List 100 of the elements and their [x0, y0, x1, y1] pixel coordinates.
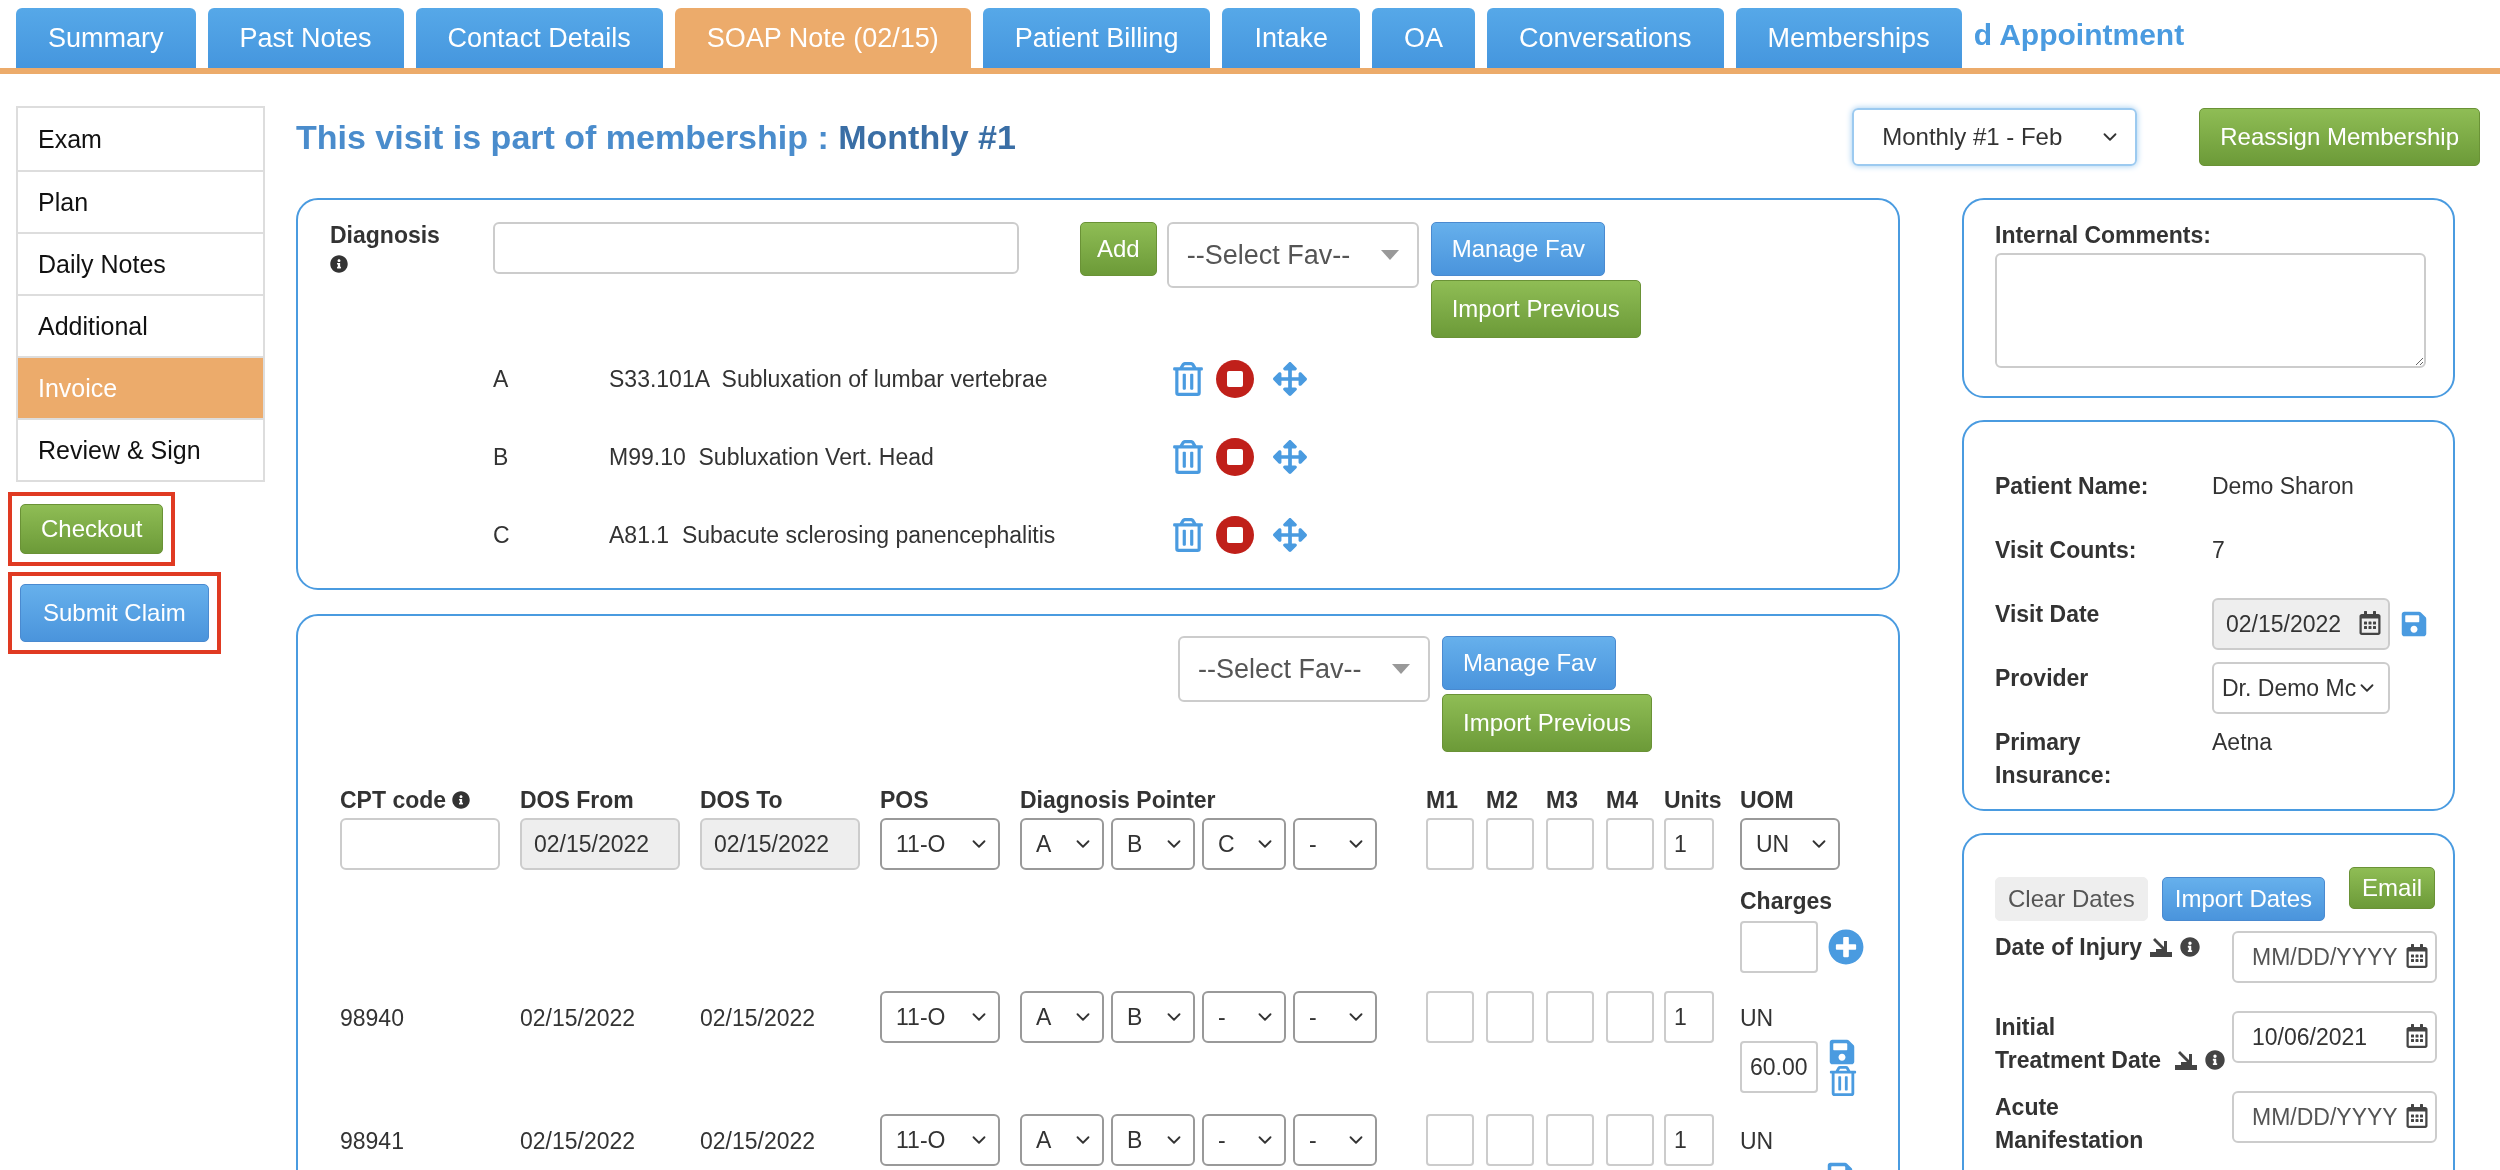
info-icon: [330, 255, 348, 273]
modifier-field[interactable]: [1606, 818, 1654, 870]
column-header: M3: [1546, 786, 1578, 814]
modifier-field[interactable]: [1606, 1114, 1654, 1166]
header-text: d Appointment: [1973, 18, 2185, 52]
units-field[interactable]: 1: [1664, 991, 1714, 1043]
pointer-dropdown[interactable]: -: [1293, 991, 1377, 1043]
diagnosis-letter: A: [493, 365, 510, 393]
charges-label: Charges: [1740, 888, 1833, 915]
column-header: M2: [1486, 786, 1518, 814]
pos-dropdown[interactable]: 11-O: [880, 818, 1000, 870]
pointer-dropdown[interactable]: B: [1111, 1114, 1195, 1166]
field-label: Patient Name:: [1995, 472, 2150, 501]
modifier-field[interactable]: [1426, 1114, 1474, 1166]
diagnosis-letter: C: [493, 521, 511, 549]
visit-date-field[interactable]: 02/15/2022: [2212, 598, 2390, 650]
dos-to-field[interactable]: 02/15/2022: [700, 818, 860, 870]
pointer-dropdown[interactable]: -: [1293, 818, 1377, 870]
pointer-dropdown[interactable]: -: [1202, 1114, 1286, 1166]
save-icon[interactable]: [2400, 610, 2428, 638]
modifier-field[interactable]: [1486, 991, 1534, 1043]
column-header: Units: [1664, 786, 1722, 814]
date-label: Initial Treatment Date: [1995, 1013, 2163, 1075]
internal-comments-field[interactable]: [1995, 253, 2426, 368]
info-icon: [452, 791, 471, 809]
column-header: M4: [1606, 786, 1638, 814]
pointer-dropdown[interactable]: B: [1111, 818, 1195, 870]
save-icon[interactable]: [1828, 1038, 1856, 1066]
field-label: Primary Insurance:: [1995, 728, 2113, 790]
calendar-icon: [2405, 944, 2429, 968]
import-icon: [2173, 1049, 2199, 1071]
field-label: Provider: [1995, 664, 2090, 693]
units-field[interactable]: 1: [1664, 818, 1714, 870]
caret-icon: [1380, 250, 1399, 260]
internal-comments-label: Internal Comments:: [1995, 222, 2211, 248]
stop-icon[interactable]: [1215, 437, 1255, 477]
trash-icon[interactable]: [1828, 1066, 1858, 1096]
membership-dropdown[interactable]: Monthly #1 - Feb: [1852, 108, 2138, 166]
date-label: Date of Injury: [1995, 933, 2142, 962]
diagnosis-description: M99.10 Subluxation Vert. Head: [609, 443, 935, 471]
column-header: M1: [1426, 786, 1458, 814]
pointer-dropdown[interactable]: A: [1020, 1114, 1104, 1166]
column-header: UOM: [1740, 786, 1794, 814]
pointer-dropdown[interactable]: A: [1020, 818, 1104, 870]
date-field[interactable]: MM/DD/YYYY: [2232, 1091, 2437, 1143]
modifier-field[interactable]: [1426, 818, 1474, 870]
clear-dates-button[interactable]: Clear Dates: [1995, 877, 2148, 921]
membership-title: This visit is part of membership : Monthly #1: [296, 117, 1017, 157]
pos-dropdown[interactable]: 11-O: [880, 991, 1000, 1043]
modifier-field[interactable]: [1486, 818, 1534, 870]
date-field[interactable]: 10/06/2021: [2232, 1011, 2437, 1063]
move-icon[interactable]: [1273, 518, 1307, 552]
pointer-dropdown[interactable]: B: [1111, 991, 1195, 1043]
diagnosis-search-field[interactable]: [493, 222, 1019, 274]
field-value: Demo Sharon: [2212, 472, 2355, 501]
column-header: Diagnosis Pointer: [1020, 786, 1216, 814]
column-header: DOS To: [700, 786, 783, 814]
charges-field[interactable]: 60.00: [1740, 1041, 1818, 1093]
table-cell: UN: [1740, 1128, 1774, 1155]
uom-dropdown[interactable]: UN: [1740, 818, 1840, 870]
pointer-dropdown[interactable]: -: [1202, 991, 1286, 1043]
select-fav-dropdown[interactable]: --Select Fav--: [1178, 636, 1430, 702]
column-header: DOS From: [520, 786, 634, 814]
pointer-dropdown[interactable]: A: [1020, 991, 1104, 1043]
units-field[interactable]: 1: [1664, 1114, 1714, 1166]
field-label: Visit Date: [1995, 600, 2101, 629]
provider-dropdown[interactable]: Dr. Demo Mc: [2212, 662, 2390, 714]
calendar-icon: [2405, 1024, 2429, 1048]
calendar-icon: [2358, 611, 2382, 635]
trash-icon[interactable]: [1171, 440, 1205, 474]
move-icon[interactable]: [1273, 362, 1307, 396]
field-value: 7: [2212, 536, 2226, 565]
trash-icon[interactable]: [1171, 518, 1205, 552]
pos-dropdown[interactable]: 11-O: [880, 1114, 1000, 1166]
select-fav-dropdown[interactable]: --Select Fav--: [1166, 222, 1419, 288]
pointer-dropdown[interactable]: -: [1293, 1114, 1377, 1166]
stop-icon[interactable]: [1215, 515, 1255, 555]
charges-field[interactable]: [1740, 921, 1818, 973]
modifier-field[interactable]: [1546, 991, 1594, 1043]
date-label: Acute Manifestation: [1995, 1093, 2145, 1155]
modifier-field[interactable]: [1606, 991, 1654, 1043]
trash-icon[interactable]: [1171, 362, 1205, 396]
diagnosis-label: Diagnosis: [330, 222, 441, 249]
table-cell: 02/15/2022: [520, 1005, 636, 1032]
modifier-field[interactable]: [1426, 991, 1474, 1043]
field-label: Visit Counts:: [1995, 536, 2138, 565]
modifier-field[interactable]: [1546, 1114, 1594, 1166]
info-icon: [2205, 1050, 2225, 1070]
table-cell: 02/15/2022: [700, 1128, 816, 1155]
add-icon[interactable]: [1828, 929, 1864, 965]
modifier-field[interactable]: [1546, 818, 1594, 870]
date-field[interactable]: MM/DD/YYYY: [2232, 931, 2437, 983]
move-icon[interactable]: [1273, 440, 1307, 474]
table-cell: UN: [1740, 1005, 1774, 1032]
dos-from-field[interactable]: 02/15/2022: [520, 818, 680, 870]
pointer-dropdown[interactable]: C: [1202, 818, 1286, 870]
diagnosis-description: S33.101A Subluxation of lumbar vertebrae: [609, 365, 1049, 393]
cpt-code-field[interactable]: [340, 818, 500, 870]
modifier-field[interactable]: [1486, 1114, 1534, 1166]
stop-icon[interactable]: [1215, 359, 1255, 399]
